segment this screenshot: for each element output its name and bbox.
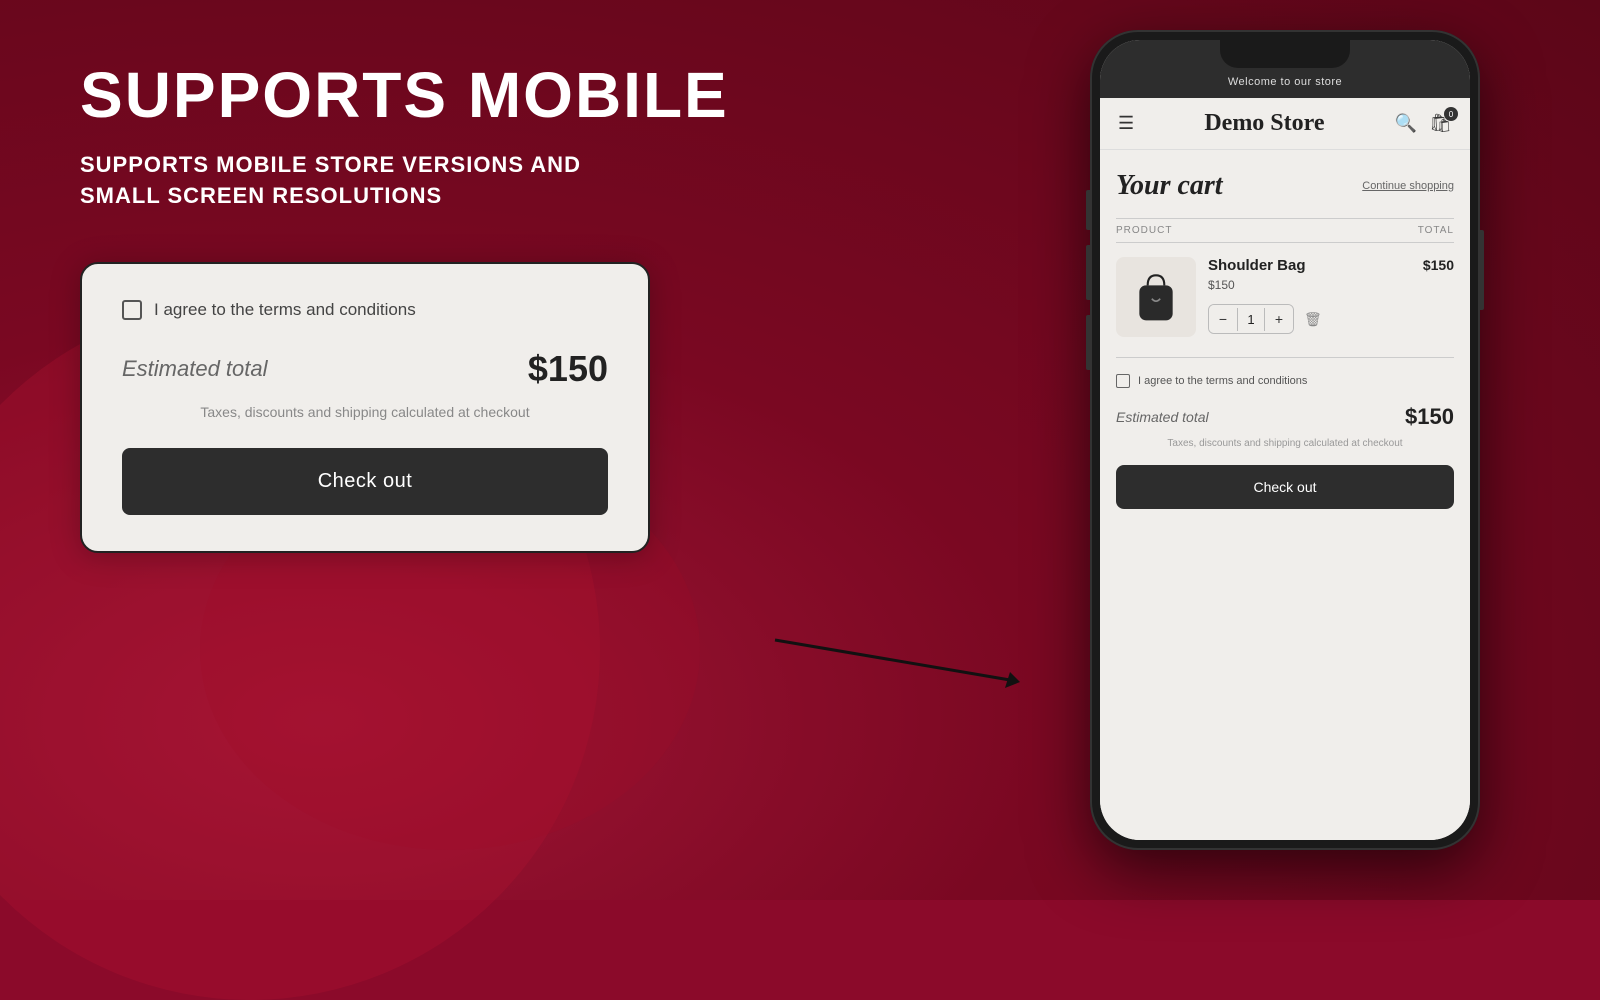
search-icon[interactable]: 🔍 bbox=[1395, 113, 1417, 134]
phone-notch bbox=[1220, 40, 1350, 68]
phone-content[interactable]: Your cart Continue shopping PRODUCT TOTA… bbox=[1100, 150, 1470, 840]
qty-control: − 1 + bbox=[1208, 304, 1294, 334]
phone-table-header: PRODUCT TOTAL bbox=[1116, 218, 1454, 243]
phone-side-button-3 bbox=[1086, 315, 1090, 370]
bag-svg bbox=[1131, 267, 1181, 327]
phone-product-price: $150 bbox=[1208, 278, 1397, 292]
qty-decrease-button[interactable]: − bbox=[1209, 305, 1237, 333]
phone-terms-text: I agree to the terms and conditions bbox=[1138, 375, 1307, 387]
card-checkbox[interactable] bbox=[122, 300, 142, 320]
card-tax-note: Taxes, discounts and shipping calculated… bbox=[122, 404, 608, 420]
phone-cart-title: Your cart bbox=[1116, 170, 1223, 202]
cart-badge: 0 bbox=[1444, 107, 1458, 121]
phone-side-button-1 bbox=[1086, 190, 1090, 230]
phone-product-name: Shoulder Bag bbox=[1208, 257, 1397, 274]
phone-cart-header: Your cart Continue shopping bbox=[1116, 170, 1454, 202]
qty-increase-button[interactable]: + bbox=[1265, 305, 1293, 333]
phone-col-product: PRODUCT bbox=[1116, 225, 1172, 236]
phone-mockup: Welcome to our store ☰ Demo Store 🔍 🛍 0 bbox=[1090, 30, 1480, 850]
phone-total-row: Estimated total $150 bbox=[1116, 404, 1454, 430]
hamburger-icon[interactable]: ☰ bbox=[1118, 113, 1134, 134]
phone-top-bar-text: Welcome to our store bbox=[1228, 76, 1342, 88]
phone-product-total: $150 bbox=[1409, 257, 1454, 273]
phone-qty-row: − 1 + 🗑 bbox=[1208, 304, 1397, 334]
phone-col-total: TOTAL bbox=[1418, 225, 1454, 236]
product-image bbox=[1116, 257, 1196, 337]
card-total-row: Estimated total $150 bbox=[122, 348, 608, 390]
phone-product-details: Shoulder Bag $150 − 1 + 🗑 bbox=[1208, 257, 1397, 334]
phone-checkout-section: I agree to the terms and conditions Esti… bbox=[1116, 357, 1454, 509]
phone-nav: ☰ Demo Store 🔍 🛍 0 bbox=[1100, 98, 1470, 150]
phone-side-button-right bbox=[1480, 230, 1484, 310]
phone-outer: Welcome to our store ☰ Demo Store 🔍 🛍 0 bbox=[1090, 30, 1480, 850]
card-total-price: $150 bbox=[528, 348, 608, 390]
phone-inner: Welcome to our store ☰ Demo Store 🔍 🛍 0 bbox=[1100, 40, 1470, 840]
card-checkout-button[interactable]: Check out bbox=[122, 448, 608, 515]
phone-side-button-2 bbox=[1086, 245, 1090, 300]
card-terms-label: I agree to the terms and conditions bbox=[154, 300, 416, 320]
phone-checkout-button[interactable]: Check out bbox=[1116, 465, 1454, 509]
phone-terms-row: I agree to the terms and conditions bbox=[1116, 374, 1454, 388]
cart-icon[interactable]: 🛍 0 bbox=[1429, 113, 1452, 134]
floating-card: I agree to the terms and conditions Esti… bbox=[80, 262, 650, 553]
store-title: Demo Store bbox=[1204, 110, 1324, 137]
phone-continue-shopping-link[interactable]: Continue shopping bbox=[1362, 170, 1454, 192]
phone-terms-checkbox[interactable] bbox=[1116, 374, 1130, 388]
sub-title: SUPPORTS MOBILE STORE VERSIONS AND SMALL… bbox=[80, 150, 600, 212]
delete-button[interactable]: 🗑 bbox=[1304, 311, 1322, 328]
phone-tax-note: Taxes, discounts and shipping calculated… bbox=[1116, 438, 1454, 449]
card-estimated-label: Estimated total bbox=[122, 356, 268, 382]
qty-value: 1 bbox=[1237, 308, 1265, 331]
phone-estimated-label: Estimated total bbox=[1116, 409, 1209, 425]
phone-total-price: $150 bbox=[1405, 404, 1454, 430]
nav-icons: 🔍 🛍 0 bbox=[1395, 113, 1452, 134]
phone-product-row: Shoulder Bag $150 − 1 + 🗑 $150 bbox=[1116, 257, 1454, 337]
card-terms-row: I agree to the terms and conditions bbox=[122, 300, 608, 320]
